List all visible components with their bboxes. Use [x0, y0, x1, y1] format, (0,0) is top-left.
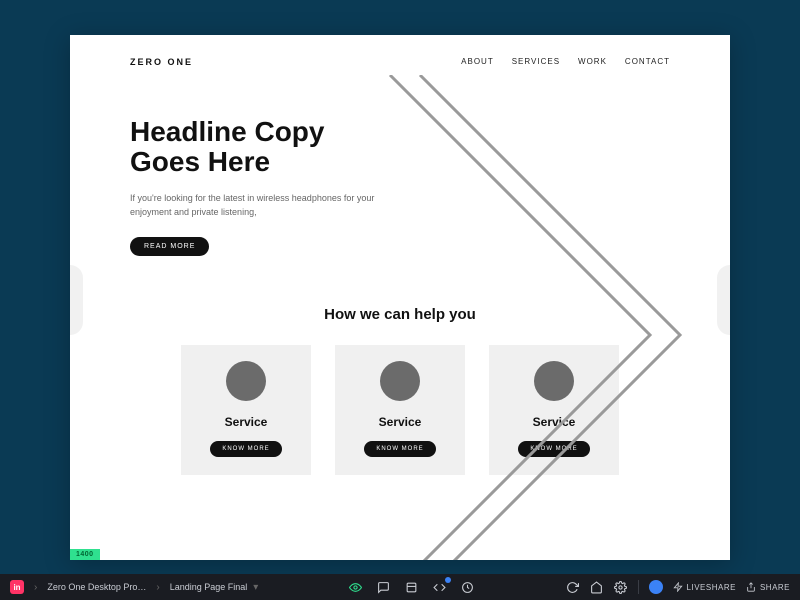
- breadcrumb-screen[interactable]: Landing Page Final ▾: [170, 582, 259, 593]
- dev-mode-icon[interactable]: [433, 580, 447, 594]
- chevron-right-icon: ›: [156, 582, 159, 593]
- share-label: SHARE: [760, 583, 790, 592]
- history-mode-icon[interactable]: [461, 580, 475, 594]
- artboard: ZERO ONE ABOUT SERVICES WORK CONTACT Hea…: [70, 35, 730, 560]
- service-card: Service KNOW MORE: [335, 345, 465, 475]
- read-more-button[interactable]: READ MORE: [130, 237, 209, 256]
- invision-logo[interactable]: in: [10, 580, 24, 594]
- know-more-button[interactable]: KNOW MORE: [518, 441, 589, 457]
- service-title: Service: [379, 415, 422, 429]
- breadcrumb-project[interactable]: Zero One Desktop Pro…: [47, 582, 146, 592]
- share-icon: [746, 582, 756, 592]
- share-button[interactable]: SHARE: [746, 582, 790, 592]
- nav-services[interactable]: SERVICES: [512, 57, 560, 66]
- toolbar-divider: [638, 580, 639, 594]
- service-icon-placeholder: [380, 361, 420, 401]
- site-logo[interactable]: ZERO ONE: [130, 57, 193, 67]
- hero-headline-line1: Headline Copy: [130, 116, 324, 147]
- toolbar-mode-icons: [349, 580, 475, 594]
- service-title: Service: [533, 415, 576, 429]
- liveshare-label: LIVESHARE: [687, 583, 736, 592]
- breadcrumb-screen-label: Landing Page Final: [170, 582, 248, 592]
- landing-page: ZERO ONE ABOUT SERVICES WORK CONTACT Hea…: [70, 35, 730, 560]
- chevron-right-icon: ›: [34, 582, 37, 593]
- user-avatar[interactable]: [649, 580, 663, 594]
- nav-about[interactable]: ABOUT: [461, 57, 494, 66]
- comment-mode-icon[interactable]: [377, 580, 391, 594]
- service-card: Service KNOW MORE: [181, 345, 311, 475]
- hero-section: Headline Copy Goes Here If you're lookin…: [70, 67, 730, 297]
- service-icon-placeholder: [226, 361, 266, 401]
- chevron-down-icon: ▾: [253, 582, 258, 593]
- bolt-icon: [673, 582, 683, 592]
- preview-mode-icon[interactable]: [349, 580, 363, 594]
- services-cards: Service KNOW MORE Service KNOW MORE Serv…: [130, 345, 670, 475]
- service-title: Service: [225, 415, 268, 429]
- service-icon-placeholder: [534, 361, 574, 401]
- know-more-button[interactable]: KNOW MORE: [364, 441, 435, 457]
- breadcrumb-project-label: Zero One Desktop Pro…: [47, 582, 146, 592]
- hero-headline: Headline Copy Goes Here: [130, 117, 430, 179]
- artboard-width-badge: 1400: [70, 549, 100, 560]
- toolbar-right-group: LIVESHARE SHARE: [566, 580, 790, 594]
- settings-icon[interactable]: [614, 580, 628, 594]
- hero-headline-line2: Goes Here: [130, 146, 270, 177]
- nav-work[interactable]: WORK: [578, 57, 607, 66]
- invision-toolbar: in › Zero One Desktop Pro… › Landing Pag…: [0, 574, 800, 600]
- service-card: Service KNOW MORE: [489, 345, 619, 475]
- canvas-stage: ZERO ONE ABOUT SERVICES WORK CONTACT Hea…: [0, 0, 800, 574]
- liveshare-button[interactable]: LIVESHARE: [673, 582, 736, 592]
- sync-icon[interactable]: [566, 580, 580, 594]
- hero-subcopy: If you're looking for the latest in wire…: [130, 192, 390, 219]
- services-heading: How we can help you: [130, 306, 670, 323]
- top-nav: ZERO ONE ABOUT SERVICES WORK CONTACT: [70, 35, 730, 67]
- nav-contact[interactable]: CONTACT: [625, 57, 670, 66]
- inspect-mode-icon[interactable]: [405, 580, 419, 594]
- know-more-button[interactable]: KNOW MORE: [210, 441, 281, 457]
- nav-links: ABOUT SERVICES WORK CONTACT: [461, 57, 670, 66]
- home-icon[interactable]: [590, 580, 604, 594]
- services-section: How we can help you Service KNOW MORE Se…: [70, 296, 730, 505]
